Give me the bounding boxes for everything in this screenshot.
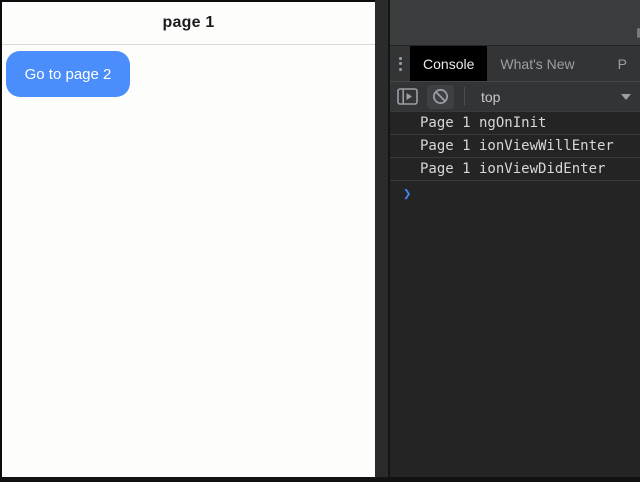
toolbar-divider xyxy=(464,87,465,106)
tab-partial[interactable]: P xyxy=(588,46,640,81)
console-message: Page 1 ionViewDidEnter xyxy=(390,158,640,181)
devtools-panel: Console What's New P top xyxy=(388,0,640,477)
dropdown-arrow-icon[interactable] xyxy=(621,94,631,100)
more-options-button[interactable] xyxy=(390,46,410,81)
clear-console-icon xyxy=(432,88,449,105)
app-header: page 1 xyxy=(2,2,375,45)
kebab-menu-icon xyxy=(399,68,402,71)
tab-whats-new[interactable]: What's New xyxy=(487,46,587,81)
page-title: page 1 xyxy=(163,14,215,32)
console-toolbar: top xyxy=(390,81,640,111)
console-sidebar-toggle-button[interactable] xyxy=(397,88,418,105)
console-prompt-icon: ❯ xyxy=(403,186,411,202)
tab-console[interactable]: Console xyxy=(410,46,487,81)
go-to-page-2-button[interactable]: Go to page 2 xyxy=(6,51,130,97)
app-viewport: page 1 Go to page 2 xyxy=(0,0,375,477)
javascript-context-selector[interactable]: top xyxy=(481,89,500,105)
devtools-region: Console What's New P top xyxy=(375,0,640,477)
clear-console-button[interactable] xyxy=(427,85,454,109)
devtools-tab-bar: Console What's New P xyxy=(390,45,640,81)
console-log-area: Page 1 ngOnInit Page 1 ionViewWillEnter … xyxy=(390,111,640,206)
window-bottom-edge xyxy=(0,477,640,482)
kebab-menu-icon xyxy=(399,62,402,65)
devtools-top-area xyxy=(390,0,640,45)
console-message: Page 1 ionViewWillEnter xyxy=(390,135,640,158)
console-sidebar-icon xyxy=(397,88,418,105)
console-input[interactable]: ❯ xyxy=(390,181,640,206)
kebab-menu-icon xyxy=(399,57,402,60)
console-message: Page 1 ngOnInit xyxy=(390,112,640,135)
